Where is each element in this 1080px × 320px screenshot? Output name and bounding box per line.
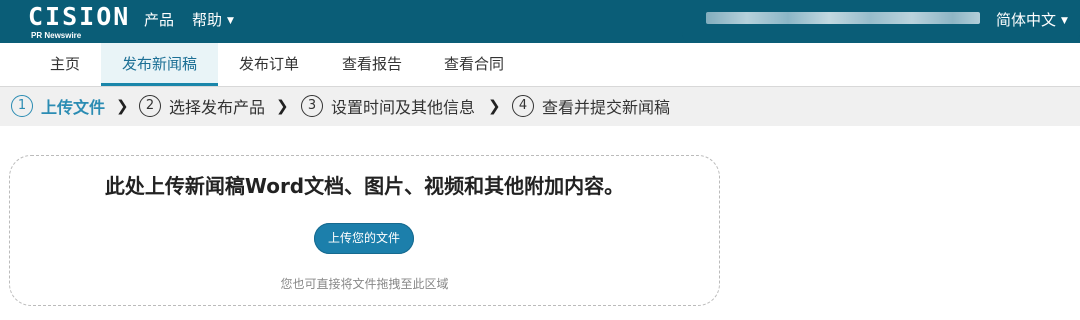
upload-dropzone[interactable]: 此处上传新闻稿Word文档、图片、视频和其他附加内容。 上传您的文件 您也可直接… — [9, 155, 720, 306]
chevron-down-icon: ▼ — [227, 15, 234, 26]
chevron-right-icon: ❯ — [116, 97, 129, 115]
step-label: 设置时间及其他信息 — [331, 98, 476, 117]
upload-files-button[interactable]: 上传您的文件 — [314, 223, 414, 254]
step-number: 2 — [139, 95, 161, 117]
user-account-blurred[interactable] — [706, 12, 980, 24]
progress-steps: 1 上传文件 ❯ 2 选择发布产品 ❯ 3 设置时间及其他信息 ❯ 4 查看并提… — [0, 86, 1080, 126]
language-label: 简体中文 — [996, 11, 1057, 29]
step-set-time: 3 设置时间及其他信息 — [301, 94, 475, 118]
tab-view-reports[interactable]: 查看报告 — [328, 43, 416, 86]
menu-help[interactable]: 帮助 ▼ — [192, 10, 234, 31]
logo-wordmark: CISION — [28, 2, 131, 31]
step-label: 上传文件 — [41, 98, 106, 117]
tab-publish-orders[interactable]: 发布订单 — [226, 43, 312, 86]
step-number: 4 — [512, 95, 534, 117]
main-nav: 主页 发布新闻稿 发布订单 查看报告 查看合同 — [0, 43, 1080, 86]
step-select-product: 2 选择发布产品 — [139, 94, 265, 118]
chevron-right-icon: ❯ — [276, 97, 289, 115]
step-number: 1 — [11, 95, 33, 117]
menu-help-label: 帮助 — [192, 11, 223, 29]
step-label: 查看并提交新闻稿 — [542, 98, 671, 117]
step-label: 选择发布产品 — [169, 98, 266, 117]
language-selector[interactable]: 简体中文 ▼ — [996, 10, 1068, 31]
tab-home[interactable]: 主页 — [30, 43, 100, 86]
logo-subtitle: PR Newswire — [31, 31, 82, 40]
top-header: CISION PR Newswire 产品 帮助 ▼ 简体中文 ▼ — [0, 0, 1080, 46]
menu-products[interactable]: 产品 — [144, 10, 174, 30]
chevron-right-icon: ❯ — [488, 97, 501, 115]
cision-logo[interactable]: CISION PR Newswire — [28, 3, 128, 41]
dropzone-title: 此处上传新闻稿Word文档、图片、视频和其他附加内容。 — [104, 174, 625, 198]
step-number: 3 — [301, 95, 323, 117]
tab-view-contracts[interactable]: 查看合同 — [430, 43, 518, 86]
chevron-down-icon: ▼ — [1061, 15, 1068, 26]
step-upload-file: 1 上传文件 — [11, 94, 105, 118]
step-review-submit: 4 查看并提交新闻稿 — [512, 94, 670, 118]
tab-publish-release[interactable]: 发布新闻稿 — [101, 43, 218, 86]
dropzone-hint: 您也可直接将文件拖拽至此区域 — [280, 277, 449, 291]
